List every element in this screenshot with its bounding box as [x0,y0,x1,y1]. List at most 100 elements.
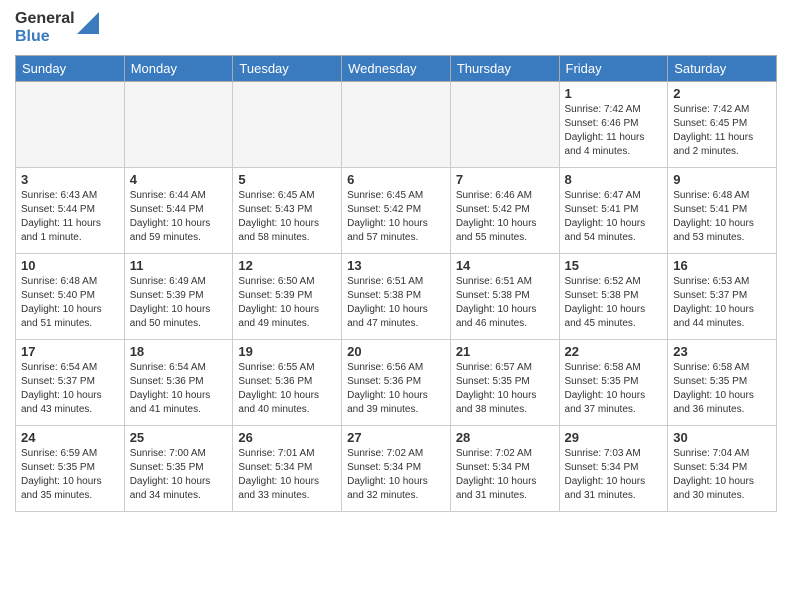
day-info: Sunrise: 6:58 AM Sunset: 5:35 PM Dayligh… [673,361,771,417]
calendar-day: 19Sunrise: 6:55 AM Sunset: 5:36 PM Dayli… [233,339,342,425]
logo-general: General [15,10,75,28]
day-info: Sunrise: 6:51 AM Sunset: 5:38 PM Dayligh… [347,275,445,331]
day-info: Sunrise: 6:49 AM Sunset: 5:39 PM Dayligh… [130,275,228,331]
day-info: Sunrise: 6:48 AM Sunset: 5:40 PM Dayligh… [21,275,119,331]
calendar-day: 28 Sunrise: 7:02 AM Sunset: 5:34 PM Dayli… [450,425,559,511]
day-number: 6 [347,172,445,187]
day-info: Sunrise: 6:50 AM Sunset: 5:39 PM Dayligh… [238,275,336,331]
day-number: 12 [238,258,336,273]
logo-triangle-icon [77,12,99,34]
day-info: Sunrise: 7:42 AM Sunset: 6:45 PM Dayligh… [673,103,771,159]
day-number: 24 [21,430,119,445]
day-info: Sunrise: 6:56 AM Sunset: 5:36 PM Dayligh… [347,361,445,417]
day-info: Sunrise: 6:43 AM Sunset: 5:44 PM Dayligh… [21,189,119,245]
day-of-week-header: Saturday [668,55,777,81]
week-row: 24 Sunrise: 6:59 AM Sunset: 5:35 PM Dayli… [16,425,777,511]
calendar-day: 16Sunrise: 6:53 AM Sunset: 5:37 PM Dayli… [668,253,777,339]
calendar-day: 13 Sunrise: 6:51 AM Sunset: 5:38 PM Dayli… [342,253,451,339]
day-info: Sunrise: 6:58 AM Sunset: 5:35 PM Dayligh… [565,361,663,417]
day-info: Sunrise: 6:55 AM Sunset: 5:36 PM Dayligh… [238,361,336,417]
day-number: 4 [130,172,228,187]
calendar-day: 29 Sunrise: 7:03 AM Sunset: 5:34 PM Dayli… [559,425,668,511]
calendar-day: 15Sunrise: 6:52 AM Sunset: 5:38 PM Dayli… [559,253,668,339]
day-info: Sunrise: 6:47 AM Sunset: 5:41 PM Dayligh… [565,189,663,245]
header: General Blue [15,10,777,47]
calendar-day: 25Sunrise: 7:00 AM Sunset: 5:35 PM Dayli… [124,425,233,511]
calendar-table: SundayMondayTuesdayWednesdayThursdayFrid… [15,55,777,512]
day-info: Sunrise: 6:54 AM Sunset: 5:36 PM Dayligh… [130,361,228,417]
calendar-day: 9Sunrise: 6:48 AM Sunset: 5:41 PM Daylig… [668,167,777,253]
calendar-day: 20 Sunrise: 6:56 AM Sunset: 5:36 PM Dayli… [342,339,451,425]
day-number: 23 [673,344,771,359]
day-of-week-header: Wednesday [342,55,451,81]
day-number: 18 [130,344,228,359]
calendar-day: 17 Sunrise: 6:54 AM Sunset: 5:37 PM Dayli… [16,339,125,425]
day-number: 21 [456,344,554,359]
calendar-day [450,81,559,167]
day-number: 26 [238,430,336,445]
day-number: 3 [21,172,119,187]
day-number: 5 [238,172,336,187]
calendar-day: 21 Sunrise: 6:57 AM Sunset: 5:35 PM Dayli… [450,339,559,425]
day-number: 13 [347,258,445,273]
day-info: Sunrise: 7:42 AM Sunset: 6:46 PM Dayligh… [565,103,663,159]
week-row: 10 Sunrise: 6:48 AM Sunset: 5:40 PM Dayli… [16,253,777,339]
day-info: Sunrise: 7:04 AM Sunset: 5:34 PM Dayligh… [673,447,771,503]
day-info: Sunrise: 6:57 AM Sunset: 5:35 PM Dayligh… [456,361,554,417]
day-of-week-header: Thursday [450,55,559,81]
day-number: 14 [456,258,554,273]
day-info: Sunrise: 7:01 AM Sunset: 5:34 PM Dayligh… [238,447,336,503]
calendar-day: 6 Sunrise: 6:45 AM Sunset: 5:42 PM Daylig… [342,167,451,253]
day-number: 17 [21,344,119,359]
calendar-day: 1 Sunrise: 7:42 AM Sunset: 6:46 PM Daylig… [559,81,668,167]
calendar-header-row: SundayMondayTuesdayWednesdayThursdayFrid… [16,55,777,81]
day-number: 10 [21,258,119,273]
calendar-day: 3 Sunrise: 6:43 AM Sunset: 5:44 PM Daylig… [16,167,125,253]
day-info: Sunrise: 6:45 AM Sunset: 5:42 PM Dayligh… [347,189,445,245]
calendar-day: 8Sunrise: 6:47 AM Sunset: 5:41 PM Daylig… [559,167,668,253]
calendar-day: 18 Sunrise: 6:54 AM Sunset: 5:36 PM Dayli… [124,339,233,425]
day-info: Sunrise: 6:44 AM Sunset: 5:44 PM Dayligh… [130,189,228,245]
day-of-week-header: Tuesday [233,55,342,81]
day-info: Sunrise: 7:02 AM Sunset: 5:34 PM Dayligh… [347,447,445,503]
day-info: Sunrise: 6:53 AM Sunset: 5:37 PM Dayligh… [673,275,771,331]
day-info: Sunrise: 7:00 AM Sunset: 5:35 PM Dayligh… [130,447,228,503]
logo-container: General Blue [15,10,99,47]
day-number: 29 [565,430,663,445]
calendar-day: 26 Sunrise: 7:01 AM Sunset: 5:34 PM Dayli… [233,425,342,511]
calendar-day: 23 Sunrise: 6:58 AM Sunset: 5:35 PM Dayli… [668,339,777,425]
calendar-day: 2 Sunrise: 7:42 AM Sunset: 6:45 PM Daylig… [668,81,777,167]
logo-blue: Blue [15,28,75,46]
calendar-day: 27 Sunrise: 7:02 AM Sunset: 5:34 PM Dayli… [342,425,451,511]
day-info: Sunrise: 6:51 AM Sunset: 5:38 PM Dayligh… [456,275,554,331]
calendar-day: 24 Sunrise: 6:59 AM Sunset: 5:35 PM Dayli… [16,425,125,511]
calendar-day [342,81,451,167]
week-row: 17 Sunrise: 6:54 AM Sunset: 5:37 PM Dayli… [16,339,777,425]
day-number: 28 [456,430,554,445]
day-number: 20 [347,344,445,359]
calendar-day: 11 Sunrise: 6:49 AM Sunset: 5:39 PM Dayli… [124,253,233,339]
day-info: Sunrise: 7:02 AM Sunset: 5:34 PM Dayligh… [456,447,554,503]
day-info: Sunrise: 6:59 AM Sunset: 5:35 PM Dayligh… [21,447,119,503]
logo: General Blue [15,10,99,47]
calendar-day: 30Sunrise: 7:04 AM Sunset: 5:34 PM Dayli… [668,425,777,511]
day-info: Sunrise: 7:03 AM Sunset: 5:34 PM Dayligh… [565,447,663,503]
day-info: Sunrise: 6:52 AM Sunset: 5:38 PM Dayligh… [565,275,663,331]
calendar-day: 22 Sunrise: 6:58 AM Sunset: 5:35 PM Dayli… [559,339,668,425]
page: General Blue SundayMondayTuesdayWednesda… [0,0,792,612]
day-number: 27 [347,430,445,445]
day-info: Sunrise: 6:45 AM Sunset: 5:43 PM Dayligh… [238,189,336,245]
day-number: 1 [565,86,663,101]
day-number: 22 [565,344,663,359]
day-info: Sunrise: 6:48 AM Sunset: 5:41 PM Dayligh… [673,189,771,245]
day-number: 11 [130,258,228,273]
calendar-day: 14 Sunrise: 6:51 AM Sunset: 5:38 PM Dayli… [450,253,559,339]
day-number: 2 [673,86,771,101]
calendar-day: 7Sunrise: 6:46 AM Sunset: 5:42 PM Daylig… [450,167,559,253]
day-of-week-header: Monday [124,55,233,81]
calendar-day: 10 Sunrise: 6:48 AM Sunset: 5:40 PM Dayli… [16,253,125,339]
logo-text: General Blue [15,10,75,47]
day-number: 7 [456,172,554,187]
day-info: Sunrise: 6:54 AM Sunset: 5:37 PM Dayligh… [21,361,119,417]
calendar-day: 4 Sunrise: 6:44 AM Sunset: 5:44 PM Daylig… [124,167,233,253]
